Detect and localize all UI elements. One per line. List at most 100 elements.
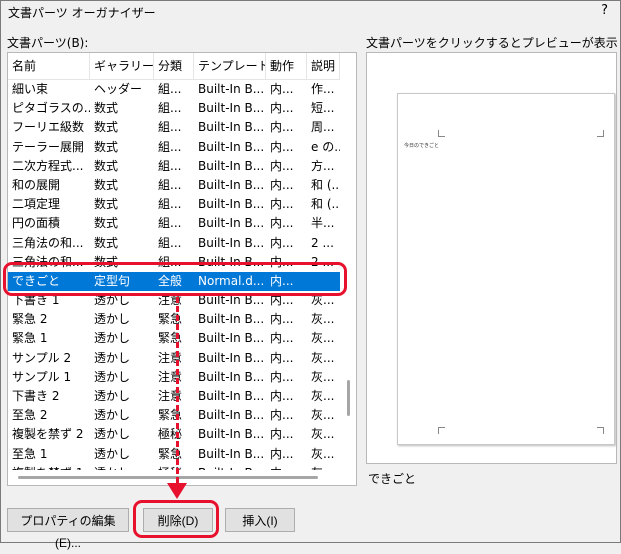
cell-category: 緊急: [158, 331, 183, 346]
cell-gallery: 透かし: [94, 389, 131, 403]
table-row[interactable]: 三角法の和... 数式 組... Built-In B... 内... 2 ...: [8, 234, 340, 253]
cell-behavior: 内...: [270, 331, 294, 346]
table-row[interactable]: 至急 1 透かし 緊急 Built-In B... 内... 灰...: [8, 445, 340, 464]
cell-gallery: 数式: [94, 120, 119, 135]
table-row[interactable]: 二次方程式... 数式 組... Built-In B... 内... 方...: [8, 157, 340, 176]
table-row[interactable]: 緊急 2 透かし 緊急 Built-In B... 内... 灰...: [8, 310, 340, 329]
vertical-scroll-thumb[interactable]: [347, 380, 350, 416]
margin-mark-bottom-left: [438, 427, 445, 434]
column-header-behavior[interactable]: 動作: [266, 53, 307, 79]
cell-category: 組...: [158, 82, 182, 96]
cell-name: 至急 1: [12, 446, 48, 461]
table-row[interactable]: 至急 2 透かし 緊急 Built-In B... 内... 灰...: [8, 406, 340, 425]
cell-behavior: 内...: [270, 139, 294, 154]
table-row[interactable]: ピタゴラスの... 数式 組... Built-In B... 内... 短...: [8, 99, 340, 118]
table-row[interactable]: サンプル 1 透かし 注意 Built-In B... 内... 灰...: [8, 368, 340, 387]
cell-gallery: 数式: [94, 101, 119, 116]
cell-gallery: 数式: [94, 177, 119, 192]
cell-category: 組...: [158, 101, 182, 116]
cell-category: 極秘: [158, 427, 183, 442]
column-header-gallery[interactable]: ギャラリー: [90, 53, 154, 79]
cell-category: 組...: [158, 120, 182, 135]
cell-name: サンプル 2: [12, 350, 72, 365]
table-row[interactable]: 緊急 1 透かし 緊急 Built-In B... 内... 灰...: [8, 329, 340, 348]
cell-category: 組...: [158, 235, 182, 250]
cell-behavior: 内...: [270, 408, 294, 423]
cell-template: Built-In B...: [198, 177, 265, 192]
cell-name: ピタゴラスの...: [12, 101, 90, 116]
cell-behavior: 内...: [270, 216, 294, 231]
insert-button[interactable]: 挿入(I): [225, 508, 295, 532]
list-header: 名前 ギャラリー 分類 テンプレート 動作 説明: [8, 53, 340, 80]
cell-gallery: 透かし: [94, 427, 131, 442]
cell-description: 灰...: [311, 446, 335, 461]
edit-properties-button[interactable]: プロパティの編集(E)...: [7, 508, 129, 550]
help-icon[interactable]: ?: [601, 3, 608, 18]
column-header-category[interactable]: 分類: [154, 53, 194, 79]
cell-category: 注意: [158, 369, 183, 384]
column-header-description[interactable]: 説明: [307, 53, 340, 79]
cell-description: 灰...: [311, 389, 335, 403]
table-row[interactable]: 複製を禁ず 2 透かし 極秘 Built-In B... 内... 灰...: [8, 425, 340, 444]
cell-gallery: ヘッダー: [94, 82, 143, 96]
table-row[interactable]: テーラー展開数式 組... Built-In B... 内... e の...: [8, 138, 340, 157]
cell-category: 緊急: [158, 446, 183, 461]
cell-description: 灰...: [311, 427, 335, 442]
column-header-template[interactable]: テンプレート: [194, 53, 266, 79]
cell-name: 円の面積: [12, 216, 61, 231]
cell-category: 組...: [158, 139, 182, 154]
preview-caption: できごと: [368, 472, 417, 486]
cell-description: e の...: [311, 139, 340, 154]
cell-category: 組...: [158, 177, 182, 192]
table-row[interactable]: サンプル 2 透かし 注意 Built-In B... 内... 灰...: [8, 349, 340, 368]
cell-gallery: 透かし: [94, 312, 131, 327]
cell-gallery: 透かし: [94, 446, 131, 461]
cell-behavior: 内...: [270, 158, 294, 173]
cell-behavior: 内...: [270, 235, 294, 250]
dialog-title: 文書パーツ オーガナイザー: [8, 6, 156, 20]
cell-description: 和 (...: [311, 177, 340, 192]
cell-category: 注意: [158, 350, 183, 365]
table-row[interactable]: 二項定理 数式 組... Built-In B... 内... 和 (...: [8, 195, 340, 214]
cell-name: サンプル 1: [12, 369, 72, 384]
cell-name: 至急 2: [12, 408, 48, 423]
cell-template: Built-In B...: [198, 350, 265, 365]
title-bar: 文書パーツ オーガナイザー ?: [1, 1, 620, 23]
cell-description: 灰...: [311, 408, 335, 423]
cell-name: 緊急 2: [12, 312, 48, 327]
cell-behavior: 内...: [270, 389, 294, 403]
preview-page-text: 今日のできごと: [404, 143, 440, 149]
preview-pane: 今日のできごと: [366, 52, 617, 464]
preview-page: 今日のできごと: [397, 93, 615, 445]
annotation-arrow-head-icon: [167, 483, 187, 499]
table-row[interactable]: 下書き 2 透かし 注意 Built-In B... 内... 灰...: [8, 387, 340, 406]
column-header-name[interactable]: 名前: [8, 53, 90, 79]
cell-gallery: 数式: [94, 197, 119, 212]
cell-template: Built-In B...: [198, 312, 265, 327]
cell-description: 方...: [311, 158, 335, 173]
cell-gallery: 透かし: [94, 350, 131, 365]
cell-description: 半...: [311, 216, 335, 231]
cell-gallery: 透かし: [94, 408, 131, 423]
cell-name: 三角法の和...: [12, 235, 84, 250]
cell-behavior: 内...: [270, 427, 294, 442]
cell-behavior: 内...: [270, 120, 294, 135]
table-row[interactable]: 和の展開 数式 組... Built-In B... 内... 和 (...: [8, 176, 340, 195]
table-row[interactable]: フーリエ級数 数式 組... Built-In B... 内... 周...: [8, 118, 340, 137]
cell-behavior: 内...: [270, 369, 294, 384]
cell-behavior: 内...: [270, 101, 294, 116]
margin-mark-bottom-right: [597, 427, 604, 434]
cell-category: 緊急: [158, 408, 183, 423]
cell-template: Built-In B...: [198, 235, 265, 250]
table-row[interactable]: 細い束 ヘッダー 組... Built-In B... 内... 作...: [8, 80, 340, 99]
cell-template: Built-In B...: [198, 389, 265, 403]
cell-template: Built-In B...: [198, 427, 265, 442]
cell-template: Built-In B...: [198, 331, 265, 346]
cell-name: 二次方程式...: [12, 158, 84, 173]
cell-category: 組...: [158, 158, 182, 173]
horizontal-scroll-thumb[interactable]: [18, 476, 318, 479]
cell-template: Built-In B...: [198, 216, 265, 231]
cell-name: 緊急 1: [12, 331, 48, 346]
table-row[interactable]: 円の面積 数式 組... Built-In B... 内... 半...: [8, 214, 340, 233]
cell-gallery: 数式: [94, 235, 119, 250]
